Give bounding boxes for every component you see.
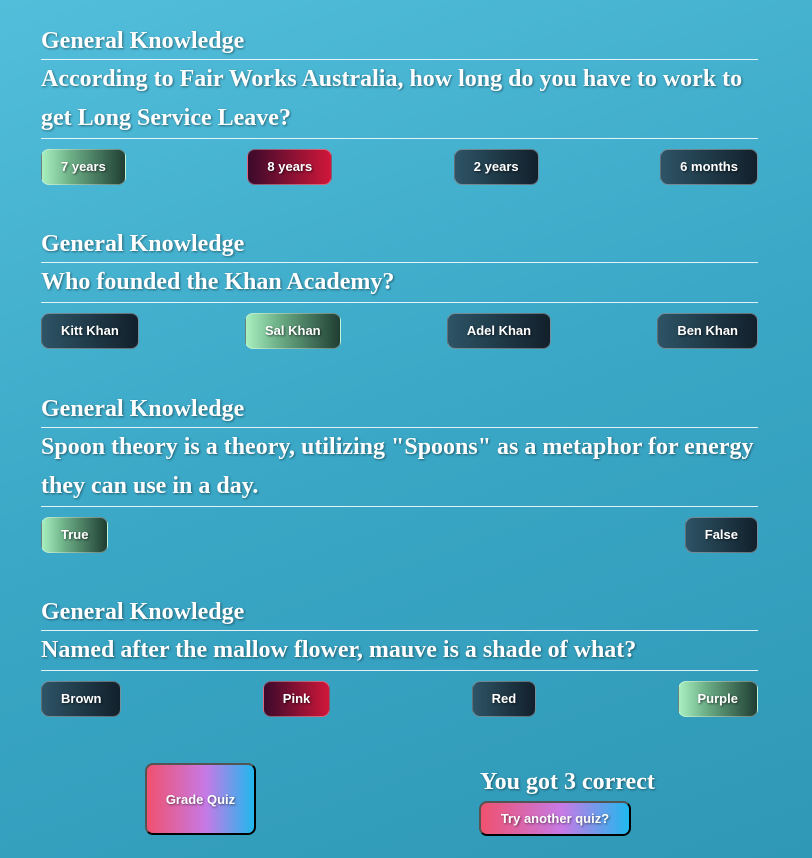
- answer-button[interactable]: Brown: [41, 681, 122, 717]
- question-text: According to Fair Works Australia, how l…: [41, 60, 758, 139]
- question-text: Spoon theory is a theory, utilizing "Spo…: [41, 428, 758, 507]
- grade-quiz-button[interactable]: Grade Quiz: [145, 763, 256, 835]
- question-text: Named after the mallow flower, mauve is …: [41, 631, 758, 671]
- answer-list: Brown Pink Red Purple: [41, 681, 758, 717]
- answer-button[interactable]: False: [684, 517, 758, 553]
- question-category: General Knowledge: [41, 393, 758, 428]
- answer-button[interactable]: 2 years: [453, 149, 539, 185]
- question-category: General Knowledge: [41, 25, 758, 60]
- answer-button[interactable]: Kitt Khan: [41, 313, 139, 349]
- try-another-quiz-button[interactable]: Try another quiz?: [479, 801, 631, 836]
- quiz-question-card: General Knowledge Spoon theory is a theo…: [41, 393, 758, 553]
- answer-list: True False: [41, 517, 758, 553]
- answer-button[interactable]: True: [41, 517, 109, 553]
- answer-button[interactable]: Purple: [677, 681, 758, 717]
- answer-button[interactable]: Red: [471, 681, 537, 717]
- question-category: General Knowledge: [41, 228, 758, 263]
- answer-button[interactable]: Pink: [262, 681, 331, 717]
- score-result: You got 3 correct: [480, 769, 655, 795]
- quiz-question-card: General Knowledge According to Fair Work…: [41, 25, 758, 185]
- answer-list: Kitt Khan Sal Khan Adel Khan Ben Khan: [41, 313, 758, 349]
- answer-button[interactable]: 6 months: [660, 149, 758, 185]
- question-category: General Knowledge: [41, 596, 758, 631]
- answer-button[interactable]: 7 years: [41, 149, 126, 185]
- answer-list: 7 years 8 years 2 years 6 months: [41, 149, 758, 185]
- quiz-question-card: General Knowledge Named after the mallow…: [41, 596, 758, 717]
- quiz-question-card: General Knowledge Who founded the Khan A…: [41, 228, 758, 349]
- answer-button[interactable]: Ben Khan: [657, 313, 758, 349]
- question-text: Who founded the Khan Academy?: [41, 263, 758, 303]
- answer-button[interactable]: Adel Khan: [446, 313, 552, 349]
- answer-button[interactable]: Sal Khan: [244, 313, 341, 349]
- answer-button[interactable]: 8 years: [247, 149, 333, 185]
